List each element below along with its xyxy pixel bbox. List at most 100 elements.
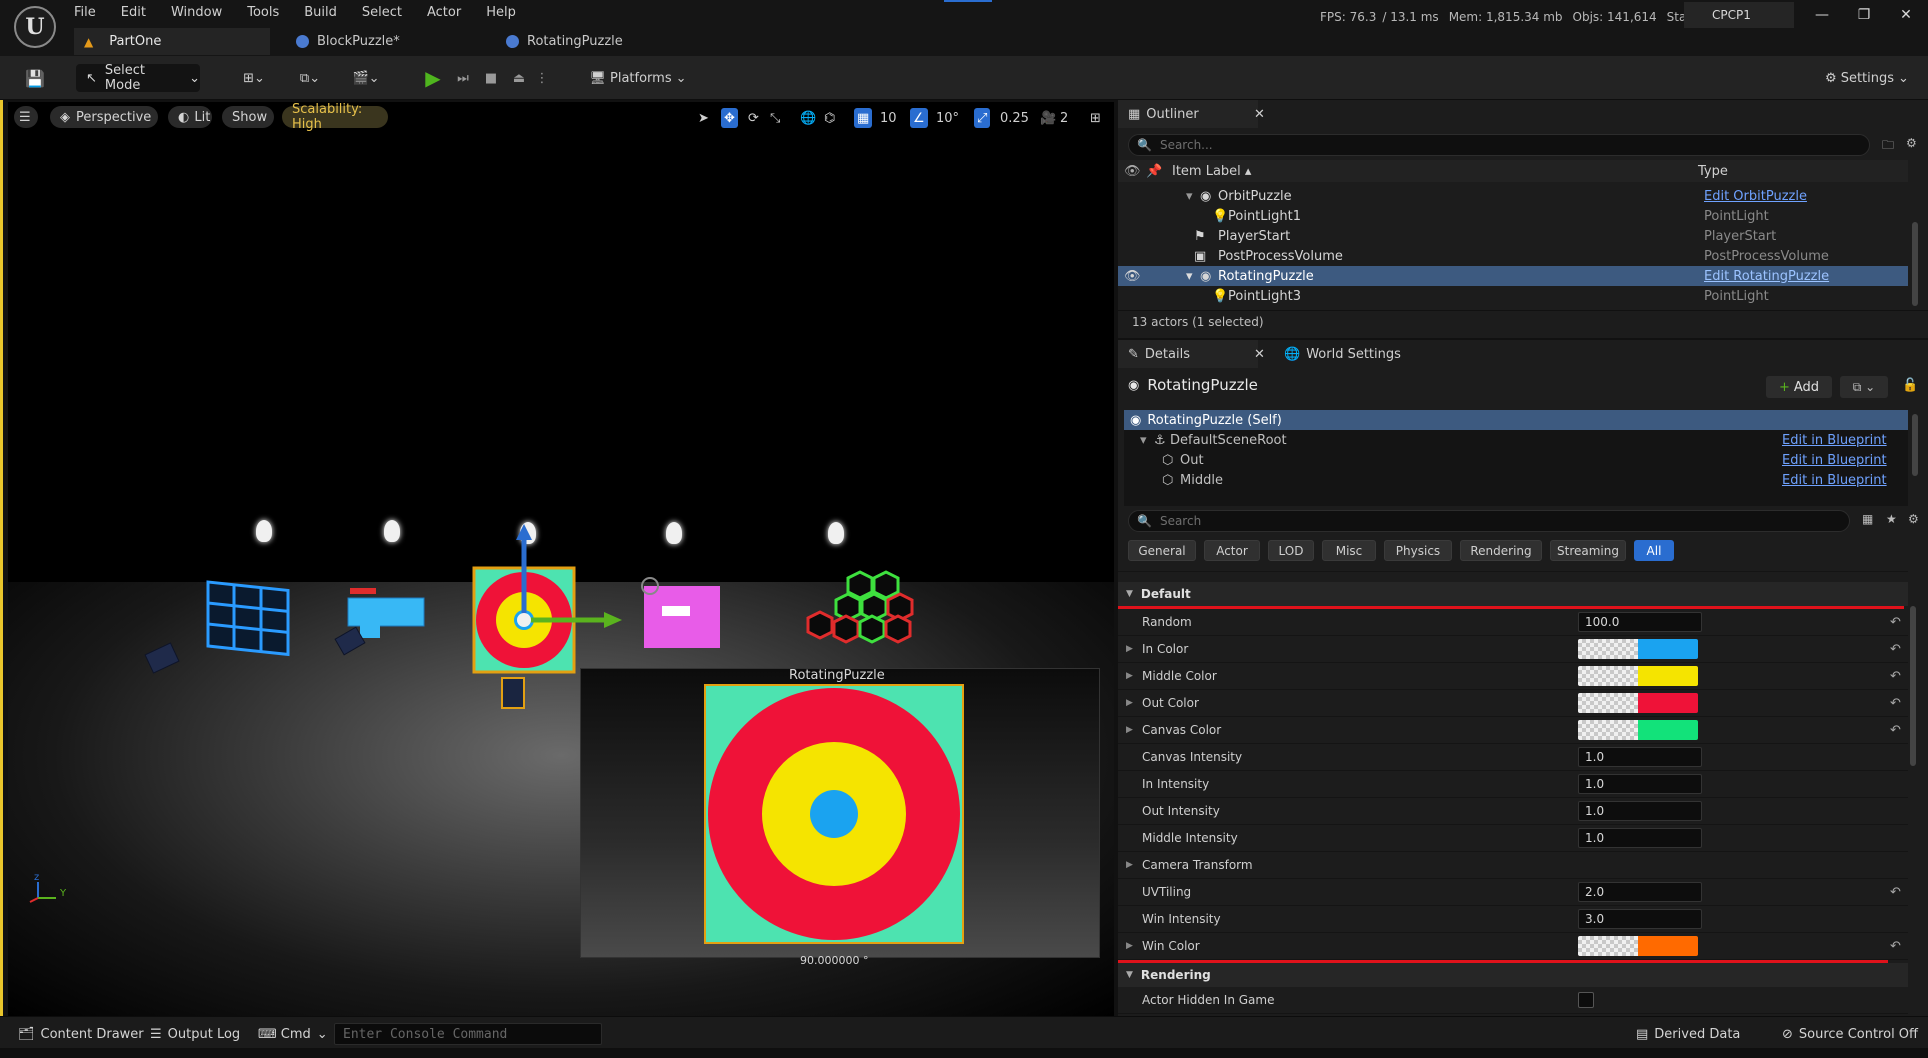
step-icon[interactable]: ⏭ — [450, 64, 476, 92]
minimize-icon[interactable]: — — [1800, 4, 1844, 26]
edit-in-blueprint-link[interactable]: Edit in Blueprint — [1782, 433, 1887, 448]
more-options-icon[interactable]: ⋮ — [534, 64, 550, 92]
visibility-icon[interactable]: 👁 — [1124, 269, 1141, 284]
filter-general[interactable]: General — [1128, 540, 1196, 561]
cmd-dropdown[interactable]: ⌨ Cmd ⌄ — [258, 1023, 328, 1045]
gear-icon[interactable]: ⚙ — [1908, 512, 1919, 526]
canvas-color-swatch[interactable] — [1578, 720, 1698, 740]
in-intensity-input[interactable]: 1.0 — [1578, 774, 1702, 794]
filter-rendering[interactable]: Rendering — [1460, 540, 1542, 561]
edit-orbitpuzzle-link[interactable]: Edit OrbitPuzzle — [1704, 189, 1807, 204]
canvas-intensity-input[interactable]: 1.0 — [1578, 747, 1702, 767]
uvtiling-input[interactable]: 2.0 — [1578, 882, 1702, 902]
details-search[interactable]: 🔍 Search — [1128, 510, 1850, 532]
expand-icon[interactable]: ▾ — [1140, 433, 1147, 448]
output-log-button[interactable]: ☰ Output Log — [150, 1023, 240, 1045]
tab-partone[interactable]: ▲ PartOne — [74, 28, 270, 55]
eject-icon[interactable]: ⏏ — [506, 64, 532, 92]
expand-icon[interactable]: ▶ — [1126, 644, 1133, 654]
section-default[interactable]: ▼ Default — [1118, 582, 1908, 606]
expand-icon[interactable]: ▶ — [1126, 725, 1133, 735]
restore-icon[interactable]: ❐ — [1842, 4, 1886, 26]
expand-icon[interactable]: ▶ — [1126, 941, 1133, 951]
filter-streaming[interactable]: Streaming — [1550, 540, 1626, 561]
stop-icon[interactable]: ■ — [478, 64, 504, 92]
table-view-icon[interactable]: ▦ — [1862, 512, 1873, 526]
outliner-row-postprocess[interactable]: ▣ PostProcessVolume PostProcessVolume — [1118, 246, 1908, 266]
menu-select[interactable]: Select — [362, 5, 402, 20]
close-icon[interactable]: ✕ — [1254, 107, 1265, 122]
settings-dropdown[interactable]: ⚙ Settings ⌄ — [1820, 64, 1914, 92]
details-tab[interactable]: ✎ Details ✕ — [1118, 340, 1265, 368]
reset-icon[interactable]: ↶ — [1890, 696, 1901, 711]
outliner-row-pointlight1[interactable]: 💡 PointLight1 PointLight — [1118, 206, 1908, 226]
expand-icon[interactable]: ▶ — [1126, 860, 1133, 870]
outliner-row-orbitpuzzle[interactable]: ▾ ◉ OrbitPuzzle Edit OrbitPuzzle — [1118, 186, 1908, 206]
outliner-search[interactable]: 🔍 Search... — [1128, 134, 1870, 156]
expand-icon[interactable]: ▾ — [1186, 189, 1193, 204]
type-header[interactable]: Type — [1698, 164, 1728, 179]
in-color-swatch[interactable] — [1578, 639, 1698, 659]
reset-icon[interactable]: ↶ — [1890, 939, 1901, 954]
expand-icon[interactable]: ▶ — [1126, 671, 1133, 681]
reset-icon[interactable]: ↶ — [1890, 642, 1901, 657]
level-viewport[interactable]: ☰ ◈ Perspective ◐ Lit Show Scalability: … — [8, 102, 1114, 1016]
reset-icon[interactable]: ↶ — [1890, 615, 1901, 630]
outliner-row-rotatingpuzzle[interactable]: 👁 ▾ ◉ RotatingPuzzle Edit RotatingPuzzle — [1118, 266, 1908, 286]
middle-color-swatch[interactable] — [1578, 666, 1698, 686]
expand-icon[interactable]: ▾ — [1186, 269, 1193, 284]
component-row-out[interactable]: ⬡ Out Edit in Blueprint — [1124, 450, 1908, 470]
select-mode-dropdown[interactable]: ↖ Select Mode ⌄ — [76, 63, 200, 93]
menu-tools[interactable]: Tools — [247, 5, 279, 20]
lock-icon[interactable]: 🔓 — [1902, 378, 1918, 393]
filter-actor[interactable]: Actor — [1204, 540, 1260, 561]
details-scrollbar[interactable] — [1910, 606, 1916, 766]
random-input[interactable]: 100.0 — [1578, 612, 1702, 632]
filter-lod[interactable]: LOD — [1268, 540, 1314, 561]
middle-intensity-input[interactable]: 1.0 — [1578, 828, 1702, 848]
console-input[interactable]: Enter Console Command — [334, 1023, 602, 1045]
component-row-middle[interactable]: ⬡ Middle Edit in Blueprint — [1124, 470, 1908, 490]
menu-build[interactable]: Build — [304, 5, 337, 20]
component-row-defaultsceneroot[interactable]: ▾ ⚓ DefaultSceneRoot Edit in Blueprint — [1124, 430, 1908, 450]
menu-help[interactable]: Help — [486, 5, 516, 20]
menu-window[interactable]: Window — [171, 5, 222, 20]
save-icon[interactable]: 💾 — [22, 64, 48, 92]
add-component-button[interactable]: + Add — [1766, 376, 1832, 398]
expand-icon[interactable]: ▶ — [1126, 698, 1133, 708]
unreal-logo[interactable]: U — [14, 6, 56, 48]
outliner-scrollbar[interactable] — [1912, 222, 1918, 306]
visibility-icon[interactable]: 👁 — [1124, 164, 1141, 179]
star-icon[interactable]: ★ — [1886, 512, 1897, 526]
blueprint-menu-icon[interactable]: ⧉⌄ — [290, 64, 330, 92]
edit-in-blueprint-link[interactable]: Edit in Blueprint — [1782, 453, 1887, 468]
user-badge[interactable]: CPCP1 — [1684, 2, 1794, 28]
reset-icon[interactable]: ↶ — [1890, 723, 1901, 738]
win-color-swatch[interactable] — [1578, 936, 1698, 956]
outliner-row-playerstart[interactable]: ⚑ PlayerStart PlayerStart — [1118, 226, 1908, 246]
out-color-swatch[interactable] — [1578, 693, 1698, 713]
gear-icon[interactable]: ⚙ — [1906, 136, 1917, 150]
close-icon[interactable]: ✕ — [1254, 347, 1265, 362]
menu-actor[interactable]: Actor — [427, 5, 461, 20]
win-intensity-input[interactable]: 3.0 — [1578, 909, 1702, 929]
sequencer-icon[interactable]: 🎬⌄ — [346, 64, 386, 92]
menu-edit[interactable]: Edit — [121, 5, 146, 20]
component-row-self[interactable]: ◉ RotatingPuzzle (Self) — [1124, 410, 1908, 430]
derived-data-button[interactable]: ▤ Derived Data — [1636, 1023, 1740, 1045]
tab-blockpuzzle[interactable]: BlockPuzzle* — [286, 28, 486, 55]
outliner-row-pointlight3[interactable]: 💡 PointLight3 PointLight — [1118, 286, 1908, 306]
play-icon[interactable]: ▶ — [420, 64, 446, 92]
world-settings-tab[interactable]: 🌐 World Settings — [1284, 340, 1434, 368]
component-scrollbar[interactable] — [1912, 414, 1918, 476]
filter-physics[interactable]: Physics — [1384, 540, 1452, 561]
actor-hidden-checkbox[interactable] — [1578, 992, 1594, 1008]
filter-misc[interactable]: Misc — [1322, 540, 1376, 561]
tab-rotatingpuzzle[interactable]: RotatingPuzzle — [496, 28, 696, 55]
menu-file[interactable]: File — [74, 5, 96, 20]
edit-rotatingpuzzle-link[interactable]: Edit RotatingPuzzle — [1704, 269, 1829, 284]
item-label-header[interactable]: Item Label ▴ — [1172, 164, 1251, 179]
blueprint-options-button[interactable]: ⧉ ⌄ — [1840, 376, 1888, 398]
content-drawer-button[interactable]: 🗂 Content Drawer — [18, 1023, 144, 1045]
source-control-button[interactable]: ⊘ Source Control Off — [1782, 1023, 1918, 1045]
